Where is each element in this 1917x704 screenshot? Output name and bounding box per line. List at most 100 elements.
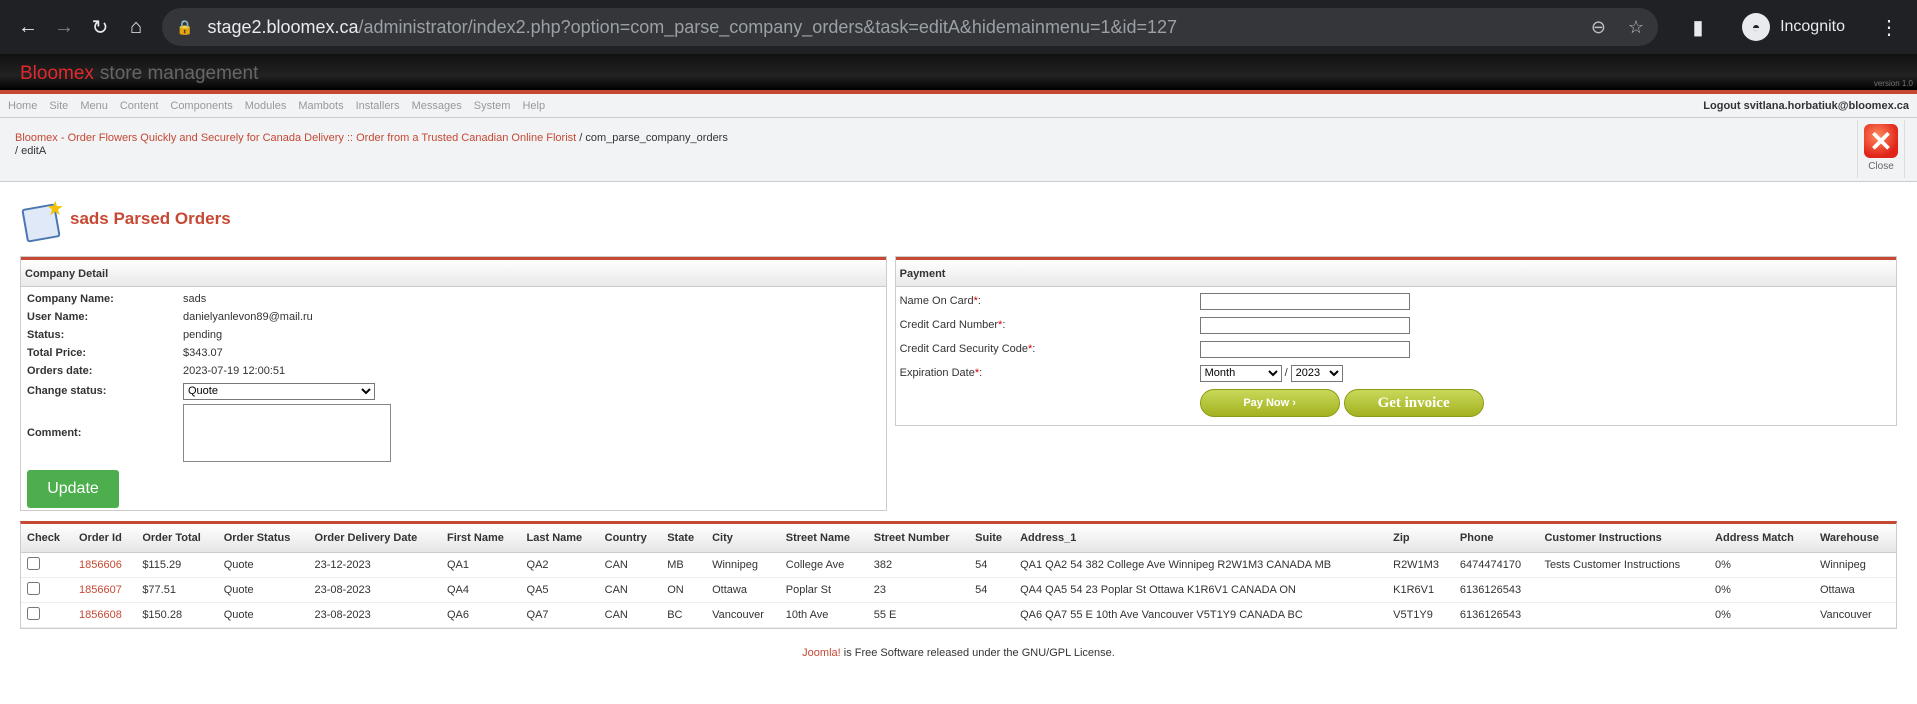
- exp-month-select[interactable]: Month: [1199, 364, 1282, 382]
- comment-textarea[interactable]: [183, 404, 391, 462]
- orders-date-label: Orders date:: [27, 365, 93, 377]
- address: QA6 QA7 55 E 10th Ave Vancouver V5T1Y9 C…: [1014, 602, 1388, 628]
- company-detail-heading: Company Detail: [21, 257, 886, 287]
- home-icon[interactable]: ⌂: [118, 9, 154, 45]
- incognito-icon: ◓: [1742, 13, 1771, 41]
- col-check: Check: [21, 524, 73, 553]
- menu-item-home[interactable]: Home: [8, 100, 37, 112]
- cc-code-input[interactable]: [1199, 340, 1410, 358]
- row-checkbox[interactable]: [27, 556, 40, 570]
- col-warehouse: Warehouse: [1813, 524, 1896, 553]
- change-status-select[interactable]: Quote: [183, 382, 375, 400]
- order-id-link[interactable]: 1856606: [79, 559, 122, 571]
- date-separator: /: [1284, 367, 1288, 379]
- suite: 54: [969, 552, 1015, 578]
- row-checkbox[interactable]: [27, 581, 40, 595]
- street-name: College Ave: [779, 552, 868, 578]
- kebab-menu-icon[interactable]: ⋮: [1871, 9, 1907, 45]
- zoom-icon[interactable]: ⊖: [1591, 17, 1606, 38]
- menu-item-help[interactable]: Help: [522, 100, 545, 112]
- order-id-link[interactable]: 1856608: [79, 609, 122, 621]
- incognito-profile[interactable]: ◓ Incognito: [1730, 13, 1857, 41]
- menu-item-mambots[interactable]: Mambots: [298, 100, 343, 112]
- update-button[interactable]: Update: [27, 470, 119, 508]
- close-button[interactable]: ✕ Close: [1857, 120, 1905, 178]
- orders-date-value: 2023-07-19 12:00:51: [183, 365, 286, 377]
- row-checkbox[interactable]: [27, 606, 40, 620]
- joomla-link[interactable]: Joomla!: [802, 647, 841, 659]
- state: ON: [661, 577, 707, 603]
- breadcrumb: Bloomex - Order Flowers Quickly and Secu…: [0, 118, 1917, 182]
- col-state: State: [661, 524, 707, 553]
- zip: V5T1Y9: [1387, 602, 1454, 628]
- exp-year-select[interactable]: 2023: [1290, 364, 1343, 382]
- name-on-card-input[interactable]: [1199, 292, 1410, 310]
- menu-item-modules[interactable]: Modules: [245, 100, 287, 112]
- name-on-card-text: Name On Card: [899, 295, 974, 307]
- pay-now-button[interactable]: Pay Now ›: [1199, 389, 1340, 417]
- breadcrumb-component: / com_parse_company_orders: [576, 132, 728, 144]
- user-name-label: User Name:: [27, 311, 89, 323]
- country: CAN: [598, 552, 662, 578]
- address-match: 0%: [1709, 602, 1814, 628]
- company-detail-panel: Company Detail Company Name: sads User Na…: [20, 256, 887, 511]
- admin-header: Bloomex store management version 1.0: [0, 54, 1917, 94]
- delivery-date: 23-08-2023: [308, 602, 441, 628]
- address-bar[interactable]: 🔒 stage2.bloomex.ca/administrator/index2…: [162, 8, 1659, 46]
- menu-item-system[interactable]: System: [474, 100, 511, 112]
- menu-item-content[interactable]: Content: [120, 100, 159, 112]
- reload-icon[interactable]: ↻: [82, 9, 118, 45]
- address: QA4 QA5 54 23 Poplar St Ottawa K1R6V1 CA…: [1014, 577, 1388, 603]
- get-invoice-button[interactable]: Get invoice: [1343, 389, 1484, 417]
- order-total: $77.51: [136, 577, 218, 603]
- url-text[interactable]: stage2.bloomex.ca/administrator/index2.p…: [207, 17, 1568, 38]
- col-first-name: First Name: [441, 524, 521, 553]
- back-icon[interactable]: ←: [10, 9, 46, 45]
- city: Winnipeg: [706, 552, 780, 578]
- breadcrumb-home-link[interactable]: Bloomex - Order Flowers Quickly and Secu…: [15, 132, 576, 144]
- cc-number-input[interactable]: [1199, 316, 1410, 334]
- status-value: pending: [183, 329, 223, 341]
- comment-label: Comment:: [27, 427, 82, 439]
- col-address: Address_1: [1014, 524, 1388, 553]
- zip: R2W1M3: [1387, 552, 1454, 578]
- lock-icon[interactable]: 🔒: [176, 19, 193, 36]
- street-number: 55 E: [867, 602, 970, 628]
- delivery-date: 23-08-2023: [308, 577, 441, 603]
- street-number: 23: [867, 577, 970, 603]
- menu-item-messages[interactable]: Messages: [412, 100, 462, 112]
- bookmark-star-icon[interactable]: ☆: [1628, 17, 1644, 38]
- menu-item-menu[interactable]: Menu: [80, 100, 108, 112]
- orders-table-container: Check Order Id Order Total Order Status …: [20, 521, 1897, 629]
- page-title: sads Parsed Orders: [70, 209, 231, 228]
- url-path: /administrator/index2.php?option=com_par…: [358, 16, 1178, 37]
- menu-item-installers[interactable]: Installers: [356, 100, 400, 112]
- detail-panels: Company Detail Company Name: sads User Na…: [0, 256, 1917, 511]
- menu-item-components[interactable]: Components: [170, 100, 232, 112]
- table-row: 1856607 $77.51 Quote 23-08-2023 QA4 QA5 …: [21, 577, 1896, 603]
- first-name: QA6: [441, 602, 521, 628]
- zip: K1R6V1: [1387, 577, 1454, 603]
- close-label: Close: [1868, 161, 1894, 172]
- label-colon: :: [1002, 319, 1006, 331]
- address-match: 0%: [1709, 577, 1814, 603]
- street-name: Poplar St: [779, 577, 868, 603]
- label-colon: :: [1032, 343, 1036, 355]
- street-name: 10th Ave: [779, 602, 868, 628]
- state: BC: [661, 602, 707, 628]
- browser-toolbar: ← → ↻ ⌂ 🔒 stage2.bloomex.ca/administrato…: [0, 0, 1917, 54]
- order-total: $115.29: [136, 552, 218, 578]
- menu-item-site[interactable]: Site: [49, 100, 68, 112]
- col-instructions: Customer Instructions: [1538, 524, 1710, 553]
- first-name: QA4: [441, 577, 521, 603]
- page-title-row: ★ sads Parsed Orders: [0, 182, 1917, 256]
- col-order-total: Order Total: [136, 524, 218, 553]
- country: CAN: [598, 602, 662, 628]
- side-panel-icon[interactable]: ▮: [1680, 9, 1716, 45]
- logout-link[interactable]: Logout svitlana.horbatiuk@bloomex.ca: [1703, 100, 1909, 112]
- order-id-link[interactable]: 1856607: [79, 584, 122, 596]
- forward-icon[interactable]: →: [46, 9, 82, 45]
- cc-code-text: Credit Card Security Code: [899, 343, 1028, 355]
- user-name-value: danielyanlevon89@mail.ru: [183, 311, 313, 323]
- company-name-value: sads: [183, 293, 207, 305]
